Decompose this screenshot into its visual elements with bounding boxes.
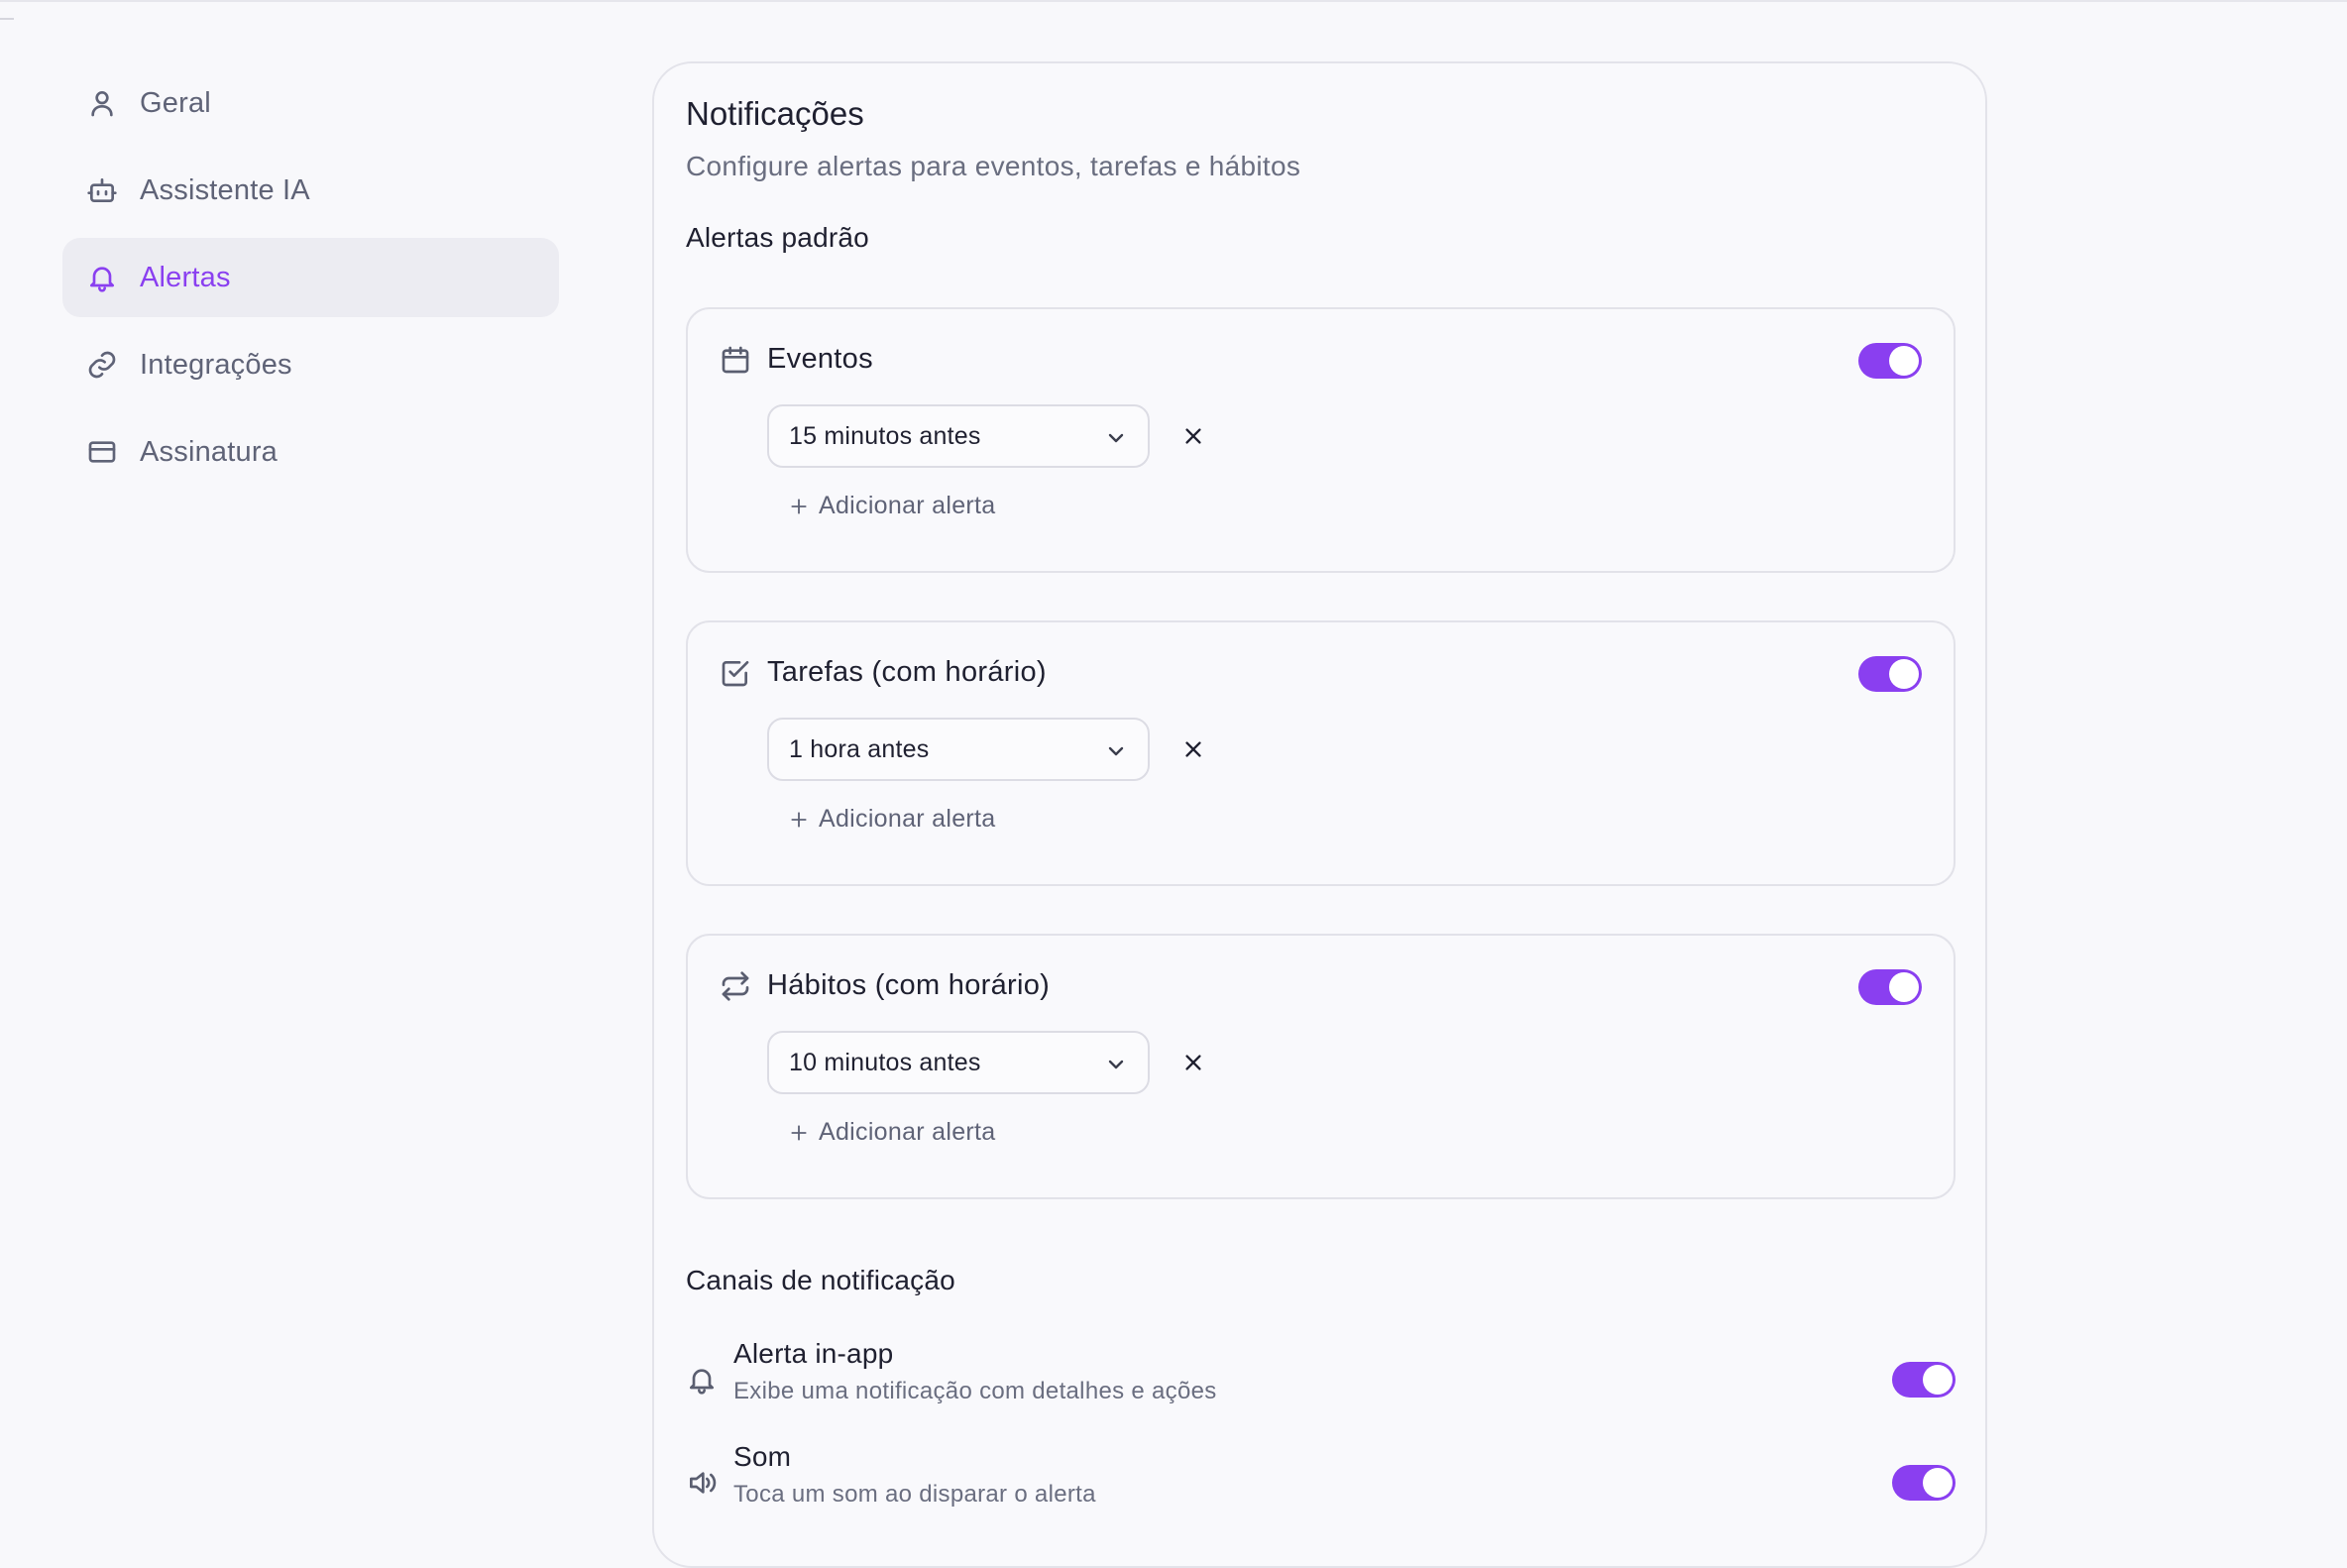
calendar-icon <box>720 344 751 376</box>
toggle-knob <box>1889 659 1919 689</box>
settings-sidebar: Geral Assistente IA Alertas Integrações … <box>62 63 559 500</box>
channels-heading: Canais de notificação <box>686 1265 955 1295</box>
sidebar-item-label: Geral <box>140 86 211 119</box>
habitos-toggle[interactable] <box>1858 969 1922 1005</box>
sound-toggle[interactable] <box>1892 1465 1956 1501</box>
alert-card-tarefas: Tarefas (com horário) 1 hora antes Adici… <box>686 620 1956 886</box>
channel-description: Exibe uma notificação com detalhes e açõ… <box>733 1378 1217 1404</box>
card-title: Tarefas (com horário) <box>767 656 1047 688</box>
add-alert-button[interactable]: Adicionar alerta <box>789 1118 996 1147</box>
chevron-down-icon <box>1104 1053 1128 1076</box>
close-icon <box>1185 1055 1201 1070</box>
page-subtitle: Configure alertas para eventos, tarefas … <box>686 151 1301 181</box>
repeat-icon <box>720 970 751 1002</box>
add-alert-label: Adicionar alerta <box>819 1118 996 1146</box>
channel-title: Som <box>733 1441 792 1472</box>
remove-alert-button[interactable] <box>1177 733 1209 765</box>
page-title: Notificações <box>686 95 864 132</box>
select-value: 15 minutos antes <box>789 421 981 450</box>
toggle-knob <box>1889 972 1919 1002</box>
alert-card-eventos: Eventos 15 minutos antes Adicionar alert… <box>686 307 1956 573</box>
toggle-knob <box>1889 346 1919 376</box>
window-edge-mark <box>0 18 14 20</box>
bot-icon <box>86 174 118 206</box>
alert-time-select[interactable]: 10 minutos antes <box>767 1031 1150 1094</box>
default-alerts-heading: Alertas padrão <box>686 222 869 253</box>
card-header: Eventos <box>720 343 873 376</box>
close-icon <box>1185 428 1201 444</box>
chevron-down-icon <box>1104 739 1128 763</box>
sidebar-item-geral[interactable]: Geral <box>62 63 559 143</box>
add-alert-button[interactable]: Adicionar alerta <box>789 805 996 834</box>
user-icon <box>86 87 118 119</box>
alert-card-habitos: Hábitos (com horário) 10 minutos antes A… <box>686 934 1956 1199</box>
sidebar-item-label: Assinatura <box>140 435 279 468</box>
sidebar-item-assinatura[interactable]: Assinatura <box>62 412 559 492</box>
channel-in-app: Alerta in-app Exibe uma notificação com … <box>686 1338 1956 1417</box>
card-title: Hábitos (com horário) <box>767 969 1051 1001</box>
card-title: Eventos <box>767 343 873 375</box>
toggle-knob <box>1923 1365 1953 1395</box>
select-value: 1 hora antes <box>789 734 930 763</box>
select-value: 10 minutos antes <box>789 1048 981 1076</box>
add-alert-label: Adicionar alerta <box>819 805 996 833</box>
plus-icon <box>789 1123 809 1143</box>
channel-title: Alerta in-app <box>733 1338 894 1369</box>
speaker-icon <box>686 1467 718 1499</box>
bell-icon <box>86 262 118 293</box>
card-header: Tarefas (com horário) <box>720 656 1047 689</box>
sidebar-item-alertas[interactable]: Alertas <box>62 238 559 317</box>
remove-alert-button[interactable] <box>1177 420 1209 452</box>
remove-alert-button[interactable] <box>1177 1047 1209 1078</box>
eventos-toggle[interactable] <box>1858 343 1922 379</box>
plus-icon <box>789 810 809 830</box>
notifications-panel: Notificações Configure alertas para even… <box>652 61 1987 1568</box>
sidebar-item-label: Assistente IA <box>140 173 310 206</box>
top-divider <box>0 0 2347 2</box>
sidebar-item-label: Integrações <box>140 348 292 381</box>
plus-icon <box>789 497 809 516</box>
credit-card-icon <box>86 436 118 468</box>
channel-som: Som Toca um som ao disparar o alerta <box>686 1441 1956 1520</box>
channel-description: Toca um som ao disparar o alerta <box>733 1481 1096 1508</box>
sidebar-item-integracoes[interactable]: Integrações <box>62 325 559 404</box>
alert-time-select[interactable]: 15 minutos antes <box>767 404 1150 468</box>
bell-icon <box>686 1364 718 1396</box>
in-app-alert-toggle[interactable] <box>1892 1362 1956 1398</box>
link-icon <box>86 349 118 381</box>
add-alert-button[interactable]: Adicionar alerta <box>789 492 996 520</box>
chevron-down-icon <box>1104 426 1128 450</box>
sidebar-item-assistente-ia[interactable]: Assistente IA <box>62 151 559 230</box>
tarefas-toggle[interactable] <box>1858 656 1922 692</box>
add-alert-label: Adicionar alerta <box>819 492 996 519</box>
checkbox-icon <box>720 657 751 689</box>
sidebar-item-label: Alertas <box>140 261 231 293</box>
toggle-knob <box>1923 1468 1953 1498</box>
alert-time-select[interactable]: 1 hora antes <box>767 718 1150 781</box>
close-icon <box>1185 741 1201 757</box>
card-header: Hábitos (com horário) <box>720 969 1050 1002</box>
